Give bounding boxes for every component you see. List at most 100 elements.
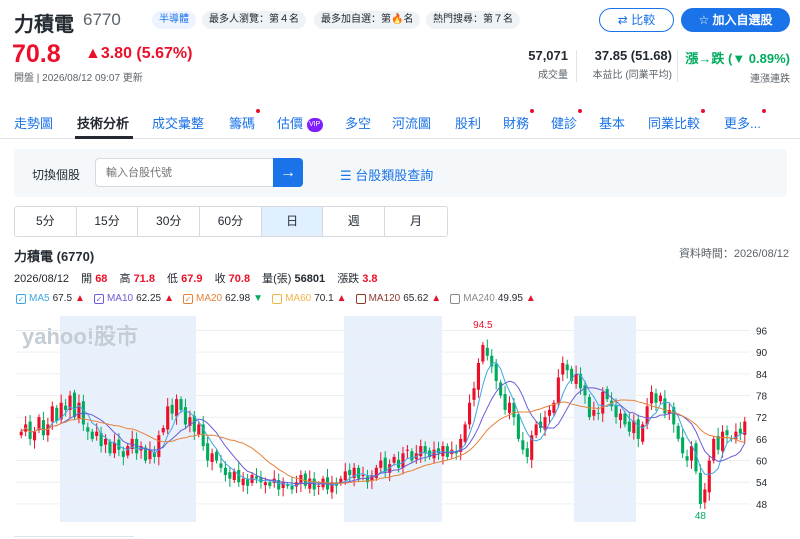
candle-body[interactable] (179, 399, 182, 410)
candle-body[interactable] (206, 443, 209, 460)
candle-body[interactable] (486, 348, 489, 356)
candle-body[interactable] (699, 473, 702, 504)
checkbox-icon[interactable]: ✓ (183, 294, 193, 304)
candle-body[interactable] (446, 446, 449, 457)
candle-body[interactable] (357, 468, 360, 479)
candle-body[interactable] (566, 364, 569, 370)
candle-body[interactable] (535, 424, 538, 435)
tab-dividend[interactable]: 股利 (455, 113, 481, 132)
candle-body[interactable] (126, 446, 129, 455)
tab-bull-bear[interactable]: 多空 (345, 113, 371, 132)
candle-body[interactable] (481, 345, 484, 362)
category-lookup-link[interactable]: ☰ 台股類股查詢 (340, 165, 433, 184)
candle-body[interactable] (171, 405, 174, 414)
candle-body[interactable] (499, 382, 502, 395)
candle-body[interactable] (91, 432, 94, 439)
candle-body[interactable] (650, 392, 653, 404)
candle-body[interactable] (219, 463, 222, 467)
rank-tag-watchlist[interactable]: 最多加自選：第🔥名 (314, 11, 420, 29)
candle-body[interactable] (623, 414, 626, 425)
legend-ma5[interactable]: ✓MA567.5▲ (16, 293, 85, 304)
candle-body[interactable] (619, 414, 622, 421)
candle-body[interactable] (441, 446, 444, 456)
candle-body[interactable] (464, 424, 467, 441)
candle-body[interactable] (583, 385, 586, 395)
candle-body[interactable] (224, 468, 227, 475)
candle-body[interactable] (504, 394, 507, 410)
candle-body[interactable] (317, 486, 320, 487)
candle-body[interactable] (686, 456, 689, 460)
candle-body[interactable] (681, 437, 684, 453)
candle-body[interactable] (108, 442, 111, 454)
candle-body[interactable] (725, 430, 728, 435)
candle-body[interactable] (677, 426, 680, 439)
candle-body[interactable] (286, 485, 289, 486)
candle-body[interactable] (637, 419, 640, 439)
tab-technical[interactable]: 技術分析 (77, 113, 129, 132)
candle-body[interactable] (410, 451, 413, 460)
search-submit-button[interactable]: → (273, 158, 303, 187)
candle-body[interactable] (37, 417, 40, 430)
checkbox-icon[interactable]: ✓ (94, 294, 104, 304)
candle-body[interactable] (508, 403, 511, 413)
candle-body[interactable] (379, 461, 382, 468)
candle-body[interactable] (211, 453, 214, 462)
candle-body[interactable] (712, 439, 715, 461)
candle-body[interactable] (588, 397, 591, 417)
candle-body[interactable] (51, 406, 54, 421)
candle-body[interactable] (601, 392, 604, 414)
candle-body[interactable] (401, 453, 404, 467)
period-day[interactable]: 日 (262, 207, 324, 236)
tab-trades[interactable]: 成交彙整 (152, 113, 204, 132)
tab-river[interactable]: 河流圖 (392, 113, 431, 132)
candle-body[interactable] (393, 457, 396, 463)
candle-body[interactable] (197, 424, 200, 434)
candle-body[interactable] (166, 406, 169, 429)
candle-body[interactable] (348, 470, 351, 475)
candle-body[interactable] (690, 446, 693, 460)
candle-body[interactable] (55, 408, 58, 421)
candle-body[interactable] (104, 439, 107, 445)
candle-body[interactable] (361, 475, 364, 476)
tab-trend[interactable]: 走勢圖 (14, 113, 53, 132)
checkbox-icon[interactable] (450, 294, 460, 304)
candle-body[interactable] (73, 393, 76, 418)
candle-body[interactable] (739, 429, 742, 434)
candle-body[interactable] (561, 363, 564, 375)
add-watchlist-button[interactable]: ☆ 加入自選股 (681, 8, 790, 32)
candle-body[interactable] (82, 401, 85, 424)
checkbox-icon[interactable] (356, 294, 366, 304)
candle-body[interactable] (521, 440, 524, 449)
candle-body[interactable] (703, 489, 706, 502)
candle-body[interactable] (548, 410, 551, 416)
stock-code-input[interactable] (95, 158, 274, 187)
candle-body[interactable] (233, 471, 236, 480)
candle-body[interactable] (592, 410, 595, 416)
candle-body[interactable] (437, 448, 440, 453)
candle-body[interactable] (495, 364, 498, 381)
candle-body[interactable] (614, 405, 617, 417)
tab-health[interactable]: 健診 (551, 113, 577, 132)
candle-body[interactable] (717, 436, 720, 450)
period-30min[interactable]: 30分 (138, 207, 200, 236)
candle-body[interactable] (42, 420, 45, 435)
rank-tag-views[interactable]: 最多人瀏覽：第４名 (202, 11, 306, 29)
tab-chips[interactable]: 籌碼 (229, 113, 255, 132)
candle-body[interactable] (95, 432, 98, 436)
tab-basic[interactable]: 基本 (599, 113, 625, 132)
tab-valuation[interactable]: 估價 VIP (277, 113, 323, 132)
legend-ma120[interactable]: MA12065.62▲ (356, 293, 442, 304)
candle-body[interactable] (242, 479, 245, 486)
candle-body[interactable] (406, 450, 409, 451)
candle-body[interactable] (184, 407, 187, 424)
tab-financials[interactable]: 財務 (503, 113, 529, 132)
candle-body[interactable] (268, 482, 271, 486)
candle-body[interactable] (162, 428, 165, 432)
candle-body[interactable] (228, 472, 231, 479)
candle-body[interactable] (20, 432, 23, 436)
period-week[interactable]: 週 (323, 207, 385, 236)
candle-body[interactable] (597, 413, 600, 414)
candle-body[interactable] (33, 432, 36, 441)
period-month[interactable]: 月 (385, 207, 447, 236)
checkbox-icon[interactable]: ✓ (16, 294, 26, 304)
